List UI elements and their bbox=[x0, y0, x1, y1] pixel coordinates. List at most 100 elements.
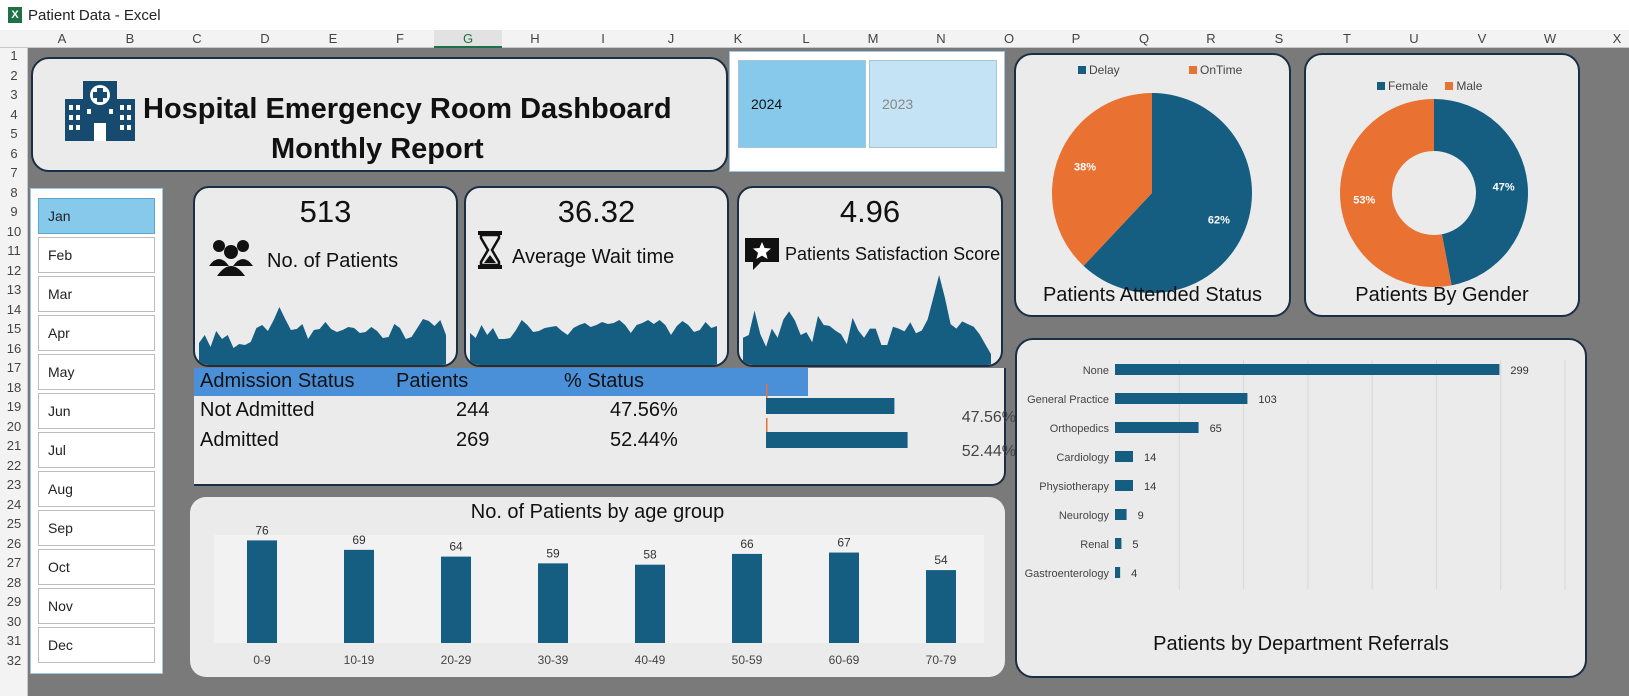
column-header[interactable]: V bbox=[1448, 30, 1516, 48]
row-header[interactable]: 32 bbox=[0, 653, 28, 668]
row-header[interactable]: 20 bbox=[0, 419, 28, 434]
column-header[interactable]: J bbox=[637, 30, 705, 48]
column-header[interactable]: I bbox=[569, 30, 637, 48]
row-header[interactable]: 25 bbox=[0, 516, 28, 531]
row-header[interactable]: 18 bbox=[0, 380, 28, 395]
age-bar bbox=[732, 553, 762, 643]
attended-status-pie: 62% 38% bbox=[1052, 93, 1252, 293]
column-header[interactable]: F bbox=[366, 30, 434, 48]
row-status: Not Admitted bbox=[200, 399, 315, 421]
row-header[interactable]: 7 bbox=[0, 165, 28, 180]
row-header[interactable]: 4 bbox=[0, 107, 28, 122]
month-button-dec[interactable]: Dec bbox=[38, 627, 155, 663]
column-header[interactable]: Q bbox=[1110, 30, 1178, 48]
column-header[interactable]: K bbox=[704, 30, 772, 48]
department-value: 14 bbox=[1144, 481, 1156, 493]
row-header[interactable]: 11 bbox=[0, 243, 28, 258]
row-header[interactable]: 6 bbox=[0, 146, 28, 161]
pie-data-label: 38% bbox=[1074, 161, 1096, 173]
row-header[interactable]: 9 bbox=[0, 204, 28, 219]
row-header[interactable]: 17 bbox=[0, 360, 28, 375]
window-titlebar: X Patient Data - Excel bbox=[0, 0, 1629, 30]
department-label: Orthopedics bbox=[1050, 423, 1110, 435]
people-icon bbox=[209, 240, 253, 276]
column-header[interactable]: C bbox=[163, 30, 231, 48]
month-button-jun[interactable]: Jun bbox=[38, 393, 155, 429]
row-header[interactable]: 14 bbox=[0, 302, 28, 317]
department-value: 103 bbox=[1258, 394, 1276, 406]
row-headers: 1 2 3 4 5 6 7 8 9 10 11 12 13 14 15 16 17 18 19 20 21 22 23 24 2… bbox=[0, 48, 28, 696]
column-header[interactable]: S bbox=[1245, 30, 1313, 48]
age-bar bbox=[635, 564, 665, 643]
kpi-label: Average Wait time bbox=[512, 246, 675, 268]
row-header[interactable]: 23 bbox=[0, 477, 28, 492]
row-header[interactable]: 22 bbox=[0, 458, 28, 473]
column-header[interactable]: O bbox=[975, 30, 1043, 48]
month-button-mar[interactable]: Mar bbox=[38, 276, 155, 312]
age-bar bbox=[926, 570, 956, 643]
row-header[interactable]: 2 bbox=[0, 68, 28, 83]
row-header[interactable]: 27 bbox=[0, 555, 28, 570]
row-header[interactable]: 5 bbox=[0, 126, 28, 141]
column-header[interactable]: H bbox=[501, 30, 569, 48]
column-header[interactable]: P bbox=[1042, 30, 1110, 48]
month-button-oct[interactable]: Oct bbox=[38, 549, 155, 585]
column-header[interactable]: B bbox=[96, 30, 164, 48]
chart-title: Patients by Department Referrals bbox=[1153, 633, 1449, 655]
month-button-nov[interactable]: Nov bbox=[38, 588, 155, 624]
month-button-jul[interactable]: Jul bbox=[38, 432, 155, 468]
sparkline-area bbox=[199, 307, 446, 365]
admission-marker bbox=[766, 418, 768, 432]
column-header[interactable]: D bbox=[231, 30, 299, 48]
month-button-aug[interactable]: Aug bbox=[38, 471, 155, 507]
row-header[interactable]: 19 bbox=[0, 399, 28, 414]
year-button-2024[interactable]: 2024 bbox=[738, 60, 866, 148]
row-header[interactable]: 8 bbox=[0, 185, 28, 200]
department-value: 65 bbox=[1210, 423, 1222, 435]
column-header[interactable]: E bbox=[299, 30, 367, 48]
header-patients: Patients bbox=[396, 370, 469, 392]
year-button-2023[interactable]: 2023 bbox=[869, 60, 997, 148]
month-button-feb[interactable]: Feb bbox=[38, 237, 155, 273]
row-header[interactable]: 31 bbox=[0, 633, 28, 648]
column-header[interactable]: N bbox=[907, 30, 975, 48]
sparkline-area bbox=[470, 320, 717, 365]
row-header[interactable]: 13 bbox=[0, 282, 28, 297]
column-header[interactable]: M bbox=[839, 30, 907, 48]
wait-time-sparkline bbox=[470, 320, 717, 365]
column-header[interactable]: W bbox=[1516, 30, 1584, 48]
row-header[interactable]: 16 bbox=[0, 341, 28, 356]
month-button-may[interactable]: May bbox=[38, 354, 155, 390]
row-header[interactable]: 24 bbox=[0, 497, 28, 512]
age-category-label: 0-9 bbox=[253, 653, 271, 667]
column-header[interactable]: X bbox=[1583, 30, 1629, 48]
row-header[interactable]: 29 bbox=[0, 594, 28, 609]
department-referrals-panel: None 299 General Practice 103 Orthopedics 65 C… bbox=[1015, 338, 1587, 678]
row-patients: 244 bbox=[456, 399, 490, 421]
column-header[interactable]: A bbox=[28, 30, 96, 48]
department-bar bbox=[1115, 393, 1248, 404]
month-button-sep[interactable]: Sep bbox=[38, 510, 155, 546]
age-bar-value: 69 bbox=[352, 533, 366, 547]
department-bar bbox=[1115, 364, 1500, 375]
row-header[interactable]: 28 bbox=[0, 575, 28, 590]
age-bar-value: 54 bbox=[934, 553, 948, 567]
dashboard-subtitle: Monthly Report bbox=[271, 133, 484, 165]
row-header[interactable]: 30 bbox=[0, 614, 28, 629]
column-header[interactable]: U bbox=[1380, 30, 1448, 48]
row-header[interactable]: 3 bbox=[0, 87, 28, 102]
column-header[interactable]: R bbox=[1177, 30, 1245, 48]
kpi-value: 4.96 bbox=[839, 194, 901, 229]
column-header[interactable]: L bbox=[772, 30, 840, 48]
row-header[interactable]: 26 bbox=[0, 536, 28, 551]
row-header[interactable]: 15 bbox=[0, 321, 28, 336]
row-header[interactable]: 1 bbox=[0, 48, 28, 63]
column-header[interactable]: G bbox=[434, 30, 502, 48]
pie-data-label: 62% bbox=[1208, 215, 1230, 227]
month-button-apr[interactable]: Apr bbox=[38, 315, 155, 351]
column-header[interactable]: T bbox=[1313, 30, 1381, 48]
row-header[interactable]: 12 bbox=[0, 263, 28, 278]
row-header[interactable]: 10 bbox=[0, 224, 28, 239]
row-header[interactable]: 21 bbox=[0, 438, 28, 453]
month-button-jan[interactable]: Jan bbox=[38, 198, 155, 234]
